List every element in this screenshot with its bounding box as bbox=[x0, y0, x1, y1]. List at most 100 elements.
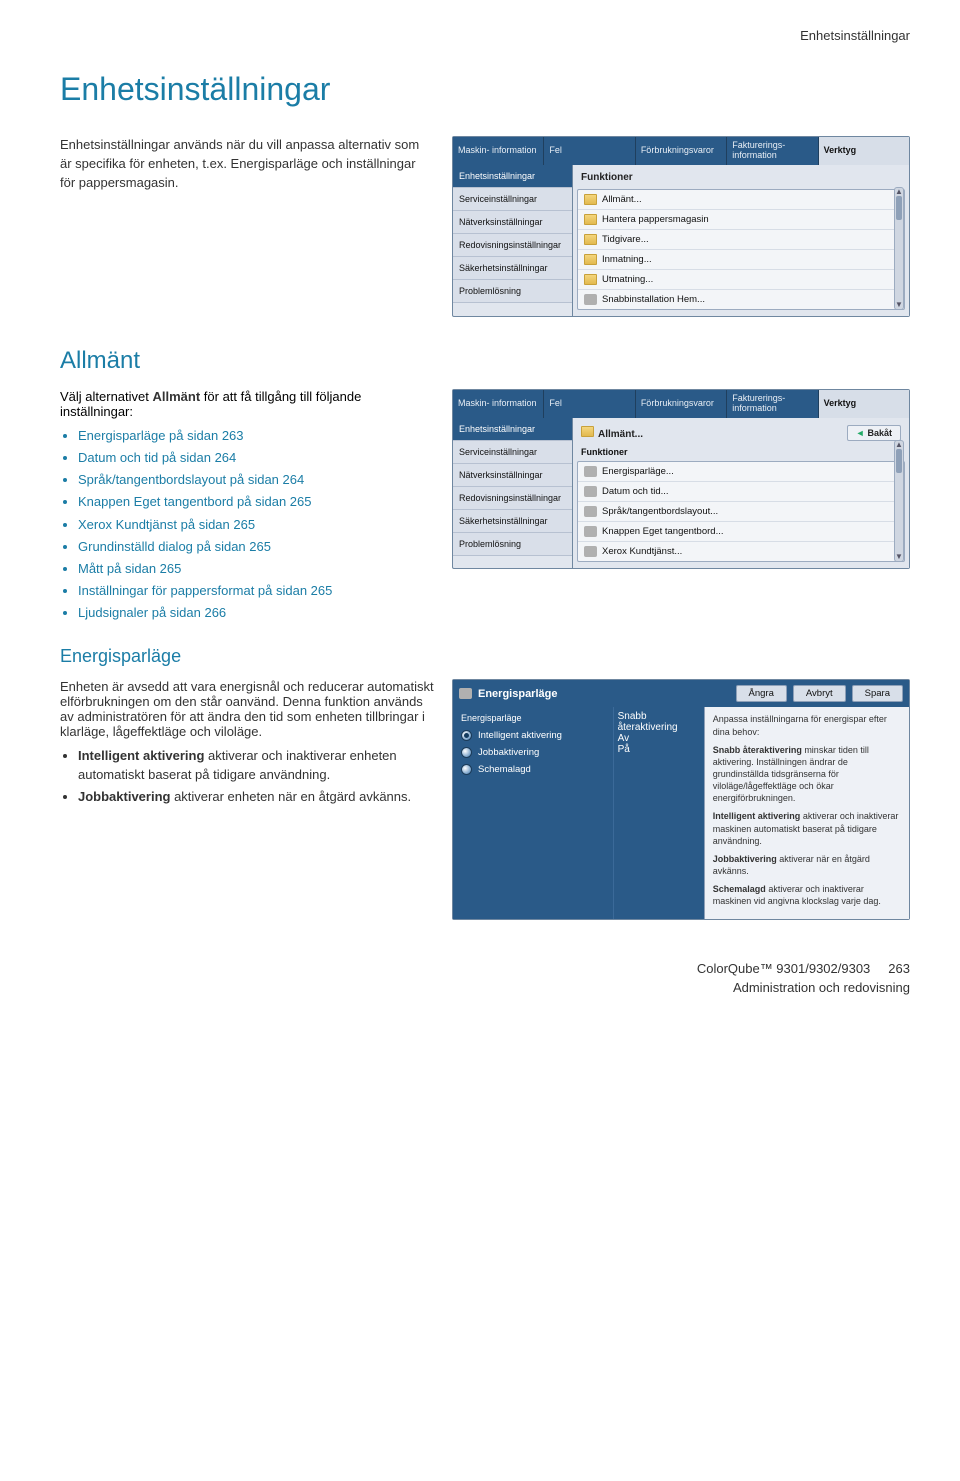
list-item[interactable]: Tidgivare... bbox=[578, 230, 904, 250]
tool-icon bbox=[584, 294, 597, 305]
tool-icon bbox=[584, 486, 597, 497]
sidebar-item-problem[interactable]: Problemlösning bbox=[453, 280, 572, 303]
back-arrow-icon: ◄ bbox=[856, 428, 865, 438]
opt-pa[interactable]: På bbox=[618, 744, 700, 755]
sidebar-item-problem[interactable]: Problemlösning bbox=[453, 533, 572, 556]
tab-fel[interactable]: Fel bbox=[544, 137, 635, 165]
panel1-list: Allmänt... Hantera pappersmagasin Tidgivar… bbox=[577, 189, 905, 310]
scrollbar-thumb[interactable] bbox=[896, 449, 902, 473]
gear-icon bbox=[459, 688, 472, 699]
angra-button[interactable]: Ångra bbox=[736, 685, 787, 702]
bullet-link: Xerox Kundtjänst på sidan 265 bbox=[78, 516, 434, 534]
list-item-label: Inmatning... bbox=[602, 254, 652, 265]
snabb-col: Snabb återaktivering Av På bbox=[613, 707, 704, 919]
tab-fel[interactable]: Fel bbox=[544, 390, 635, 418]
sidebar-item-natverk[interactable]: Nätverksinställningar bbox=[453, 211, 572, 234]
panel2-subhead2: Funktioner bbox=[577, 447, 905, 461]
list-item-label: Snabbinstallation Hem... bbox=[602, 294, 705, 305]
tab-forbrukning[interactable]: Förbrukningsvaror bbox=[636, 137, 727, 165]
bullet-link: Datum och tid på sidan 264 bbox=[78, 449, 434, 467]
list-item[interactable]: Datum och tid... bbox=[578, 482, 904, 502]
avbryt-button[interactable]: Avbryt bbox=[793, 685, 846, 702]
sidebar-item-service[interactable]: Serviceinställningar bbox=[453, 441, 572, 464]
sidebar-item-natverk[interactable]: Nätverksinställningar bbox=[453, 464, 572, 487]
bullet-intelligent: Intelligent aktivering aktiverar och ina… bbox=[78, 747, 434, 783]
chevron-down-icon[interactable]: ▼ bbox=[895, 553, 903, 561]
opt-intelligent[interactable]: Intelligent aktivering bbox=[457, 727, 609, 744]
bullet-link: Grundinställd dialog på sidan 265 bbox=[78, 538, 434, 556]
panel3-title: Energisparläge bbox=[478, 688, 557, 700]
sidebar-item-service[interactable]: Serviceinställningar bbox=[453, 188, 572, 211]
page-title: Enhetsinställningar bbox=[60, 71, 910, 108]
sidebar: Enhetsinställningar Serviceinställningar… bbox=[453, 165, 573, 316]
tools-panel-2: Maskin- information Fel Förbrukningsvaro… bbox=[452, 389, 910, 569]
bullet-jobb: Jobbaktivering aktiverar enheten när en … bbox=[78, 788, 434, 806]
panel1-subhead: Funktioner bbox=[581, 172, 633, 183]
page-footer: ColorQube™ 9301/9302/9303263 Administrat… bbox=[60, 960, 910, 998]
running-header: Enhetsinställningar bbox=[60, 28, 910, 43]
chevron-down-icon[interactable]: ▼ bbox=[895, 301, 903, 309]
folder-icon bbox=[584, 194, 597, 205]
radio-icon bbox=[461, 764, 472, 775]
list-item[interactable]: Energisparläge... bbox=[578, 462, 904, 482]
energispar-col: Energisparläge Intelligent aktivering Jo… bbox=[453, 707, 613, 919]
bullet-link: Ljudsignaler på sidan 266 bbox=[78, 604, 434, 622]
panel2-list: Energisparläge... Datum och tid... Språk/t… bbox=[577, 461, 905, 562]
esp-para1: Enheten är avsedd att vara energisnål oc… bbox=[60, 679, 434, 739]
tab-verktyg[interactable]: Verktyg bbox=[819, 137, 909, 165]
sidebar-item-enhet[interactable]: Enhetsinställningar bbox=[453, 418, 572, 441]
energispar-panel: Energisparläge Ångra Avbryt Spara Energi… bbox=[452, 679, 910, 920]
scrollbar-thumb[interactable] bbox=[896, 196, 902, 220]
sidebar-item-redovisning[interactable]: Redovisningsinställningar bbox=[453, 487, 572, 510]
list-item[interactable]: Hantera pappersmagasin bbox=[578, 210, 904, 230]
opt-av[interactable]: Av bbox=[618, 733, 700, 744]
scrollbar[interactable]: ▲ ▼ bbox=[894, 187, 904, 310]
allmant-bullet-list: Energisparläge på sidan 263Datum och tid… bbox=[78, 427, 434, 623]
list-item[interactable]: Snabbinstallation Hem... bbox=[578, 290, 904, 309]
tab-verktyg[interactable]: Verktyg bbox=[819, 390, 909, 418]
description-pane: Anpassa inställningarna för energispar e… bbox=[704, 707, 909, 919]
folder-icon bbox=[581, 426, 594, 437]
list-item[interactable]: Xerox Kundtjänst... bbox=[578, 542, 904, 561]
list-item[interactable]: Knappen Eget tangentbord... bbox=[578, 522, 904, 542]
esp-bullets: Intelligent aktivering aktiverar och ina… bbox=[78, 747, 434, 806]
section-allmant-heading: Allmänt bbox=[60, 347, 910, 375]
chevron-up-icon[interactable]: ▲ bbox=[895, 188, 903, 196]
sidebar-item-sakerhet[interactable]: Säkerhetsinställningar bbox=[453, 257, 572, 280]
back-button[interactable]: ◄Bakåt bbox=[847, 425, 901, 441]
tab-maskin[interactable]: Maskin- information bbox=[453, 390, 544, 418]
sidebar-item-sakerhet[interactable]: Säkerhetsinställningar bbox=[453, 510, 572, 533]
intro-paragraph: Enhetsinställningar används när du vill … bbox=[60, 136, 434, 193]
bullet-link: Inställningar för pappersformat på sidan… bbox=[78, 582, 434, 600]
list-item-label: Energisparläge... bbox=[602, 466, 674, 477]
list-item-label: Tidgivare... bbox=[602, 234, 649, 245]
list-item-label: Språk/tangentbordslayout... bbox=[602, 506, 718, 517]
section-energispar-heading: Energisparläge bbox=[60, 646, 910, 667]
list-item[interactable]: Inmatning... bbox=[578, 250, 904, 270]
chevron-up-icon[interactable]: ▲ bbox=[895, 441, 903, 449]
tab-forbrukning[interactable]: Förbrukningsvaror bbox=[636, 390, 727, 418]
spara-button[interactable]: Spara bbox=[852, 685, 903, 702]
folder-icon bbox=[584, 254, 597, 265]
opt-schemalagd[interactable]: Schemalagd bbox=[457, 761, 609, 778]
list-item[interactable]: Allmänt... bbox=[578, 190, 904, 210]
opt-jobb[interactable]: Jobbaktivering bbox=[457, 744, 609, 761]
list-item-label: Datum och tid... bbox=[602, 486, 669, 497]
list-item-label: Utmatning... bbox=[602, 274, 653, 285]
list-item[interactable]: Utmatning... bbox=[578, 270, 904, 290]
tab-fakturering[interactable]: Fakturerings- information bbox=[727, 137, 818, 165]
tab-fakturering[interactable]: Fakturerings- information bbox=[727, 390, 818, 418]
scrollbar[interactable]: ▲ ▼ bbox=[894, 440, 904, 562]
tab-maskin[interactable]: Maskin- information bbox=[453, 137, 544, 165]
list-item[interactable]: Språk/tangentbordslayout... bbox=[578, 502, 904, 522]
list-item-label: Hantera pappersmagasin bbox=[602, 214, 709, 225]
folder-icon bbox=[584, 274, 597, 285]
bullet-link: Knappen Eget tangentbord på sidan 265 bbox=[78, 493, 434, 511]
sidebar-item-redovisning[interactable]: Redovisningsinställningar bbox=[453, 234, 572, 257]
panel2-subhead: Allmänt... bbox=[598, 429, 643, 440]
bullet-link: Språk/tangentbordslayout på sidan 264 bbox=[78, 471, 434, 489]
list-item-label: Allmänt... bbox=[602, 194, 642, 205]
sidebar-item-enhet[interactable]: Enhetsinställningar bbox=[453, 165, 572, 188]
list-item-label: Knappen Eget tangentbord... bbox=[602, 526, 724, 537]
folder-icon bbox=[584, 234, 597, 245]
